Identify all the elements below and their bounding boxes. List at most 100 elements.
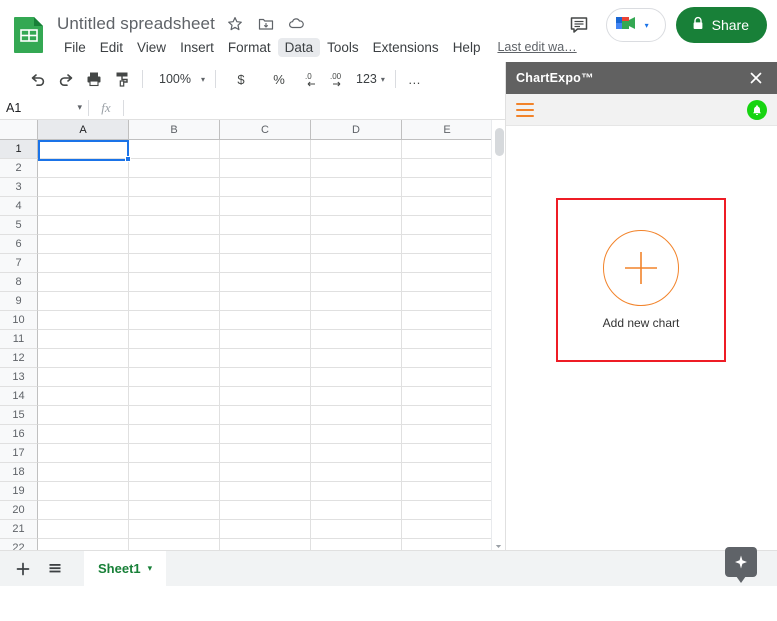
cell-D2[interactable]	[311, 159, 402, 178]
bell-icon[interactable]	[747, 99, 767, 120]
cell-D12[interactable]	[311, 349, 402, 368]
explore-sparkle-icon[interactable]	[725, 547, 757, 577]
column-header-b[interactable]: B	[129, 120, 220, 140]
percent-format-button[interactable]: %	[266, 66, 292, 92]
cell-D3[interactable]	[311, 178, 402, 197]
cell-E13[interactable]	[402, 368, 493, 387]
close-icon[interactable]	[745, 67, 767, 89]
row-header-21[interactable]: 21	[0, 520, 38, 539]
cell-E1[interactable]	[402, 140, 493, 159]
cell-B17[interactable]	[129, 444, 220, 463]
cell-E10[interactable]	[402, 311, 493, 330]
column-header-a[interactable]: A	[38, 120, 129, 140]
cell-B3[interactable]	[129, 178, 220, 197]
cell-A19[interactable]	[38, 482, 129, 501]
chevron-down-icon[interactable]: ▾	[645, 21, 649, 30]
row-header-18[interactable]: 18	[0, 463, 38, 482]
menu-insert[interactable]: Insert	[173, 38, 221, 57]
cell-E18[interactable]	[402, 463, 493, 482]
cell-D1[interactable]	[311, 140, 402, 159]
vertical-scroll-thumb[interactable]	[495, 128, 504, 156]
row-header-9[interactable]: 9	[0, 292, 38, 311]
row-header-10[interactable]: 10	[0, 311, 38, 330]
cloud-saved-icon[interactable]	[286, 13, 308, 35]
cell-E20[interactable]	[402, 501, 493, 520]
row-header-12[interactable]: 12	[0, 349, 38, 368]
paint-format-icon[interactable]	[108, 66, 136, 92]
cell-C21[interactable]	[220, 520, 311, 539]
row-header-4[interactable]: 4	[0, 197, 38, 216]
cell-C2[interactable]	[220, 159, 311, 178]
cell-D10[interactable]	[311, 311, 402, 330]
all-sheets-button[interactable]	[40, 554, 70, 584]
cell-B20[interactable]	[129, 501, 220, 520]
row-header-1[interactable]: 1	[0, 140, 38, 159]
menu-file[interactable]: File	[57, 38, 93, 57]
cell-C5[interactable]	[220, 216, 311, 235]
cell-C6[interactable]	[220, 235, 311, 254]
cell-B7[interactable]	[129, 254, 220, 273]
menu-help[interactable]: Help	[446, 38, 488, 57]
cell-C14[interactable]	[220, 387, 311, 406]
cell-C19[interactable]	[220, 482, 311, 501]
google-sheets-logo[interactable]	[12, 16, 46, 54]
cell-A12[interactable]	[38, 349, 129, 368]
cell-B18[interactable]	[129, 463, 220, 482]
cell-E14[interactable]	[402, 387, 493, 406]
menu-edit[interactable]: Edit	[93, 38, 130, 57]
cell-D11[interactable]	[311, 330, 402, 349]
cell-B10[interactable]	[129, 311, 220, 330]
cell-A20[interactable]	[38, 501, 129, 520]
cell-D16[interactable]	[311, 425, 402, 444]
cell-C9[interactable]	[220, 292, 311, 311]
cell-E16[interactable]	[402, 425, 493, 444]
comment-icon[interactable]	[562, 8, 596, 42]
cell-B2[interactable]	[129, 159, 220, 178]
cell-A16[interactable]	[38, 425, 129, 444]
move-to-folder-icon[interactable]	[255, 13, 277, 35]
cell-A17[interactable]	[38, 444, 129, 463]
cell-C8[interactable]	[220, 273, 311, 292]
currency-format-button[interactable]: $	[228, 66, 254, 92]
cell-D14[interactable]	[311, 387, 402, 406]
cell-E17[interactable]	[402, 444, 493, 463]
increase-decimal-button[interactable]: .00	[328, 66, 354, 92]
cell-D17[interactable]	[311, 444, 402, 463]
cell-B11[interactable]	[129, 330, 220, 349]
cell-D21[interactable]	[311, 520, 402, 539]
cell-E5[interactable]	[402, 216, 493, 235]
cell-A18[interactable]	[38, 463, 129, 482]
cell-A6[interactable]	[38, 235, 129, 254]
row-header-15[interactable]: 15	[0, 406, 38, 425]
cell-D9[interactable]	[311, 292, 402, 311]
cell-B6[interactable]	[129, 235, 220, 254]
cell-C17[interactable]	[220, 444, 311, 463]
row-header-3[interactable]: 3	[0, 178, 38, 197]
menu-extensions[interactable]: Extensions	[366, 38, 446, 57]
cell-B16[interactable]	[129, 425, 220, 444]
cell-E12[interactable]	[402, 349, 493, 368]
cell-A11[interactable]	[38, 330, 129, 349]
page-title[interactable]: Untitled spreadsheet	[57, 14, 215, 34]
row-header-7[interactable]: 7	[0, 254, 38, 273]
cell-B12[interactable]	[129, 349, 220, 368]
cell-A3[interactable]	[38, 178, 129, 197]
column-header-c[interactable]: C	[220, 120, 311, 140]
undo-icon[interactable]	[24, 66, 52, 92]
share-button[interactable]: Share	[675, 7, 767, 43]
number-format-button[interactable]: 123 ▾	[354, 66, 389, 92]
cell-C10[interactable]	[220, 311, 311, 330]
row-header-6[interactable]: 6	[0, 235, 38, 254]
cell-E8[interactable]	[402, 273, 493, 292]
name-box[interactable]: A1 ▾	[0, 97, 88, 119]
cell-C20[interactable]	[220, 501, 311, 520]
vertical-scrollbar[interactable]	[491, 120, 505, 552]
cell-C16[interactable]	[220, 425, 311, 444]
row-header-5[interactable]: 5	[0, 216, 38, 235]
cell-E9[interactable]	[402, 292, 493, 311]
cell-A21[interactable]	[38, 520, 129, 539]
cell-B9[interactable]	[129, 292, 220, 311]
cell-A9[interactable]	[38, 292, 129, 311]
cell-E6[interactable]	[402, 235, 493, 254]
cell-B14[interactable]	[129, 387, 220, 406]
